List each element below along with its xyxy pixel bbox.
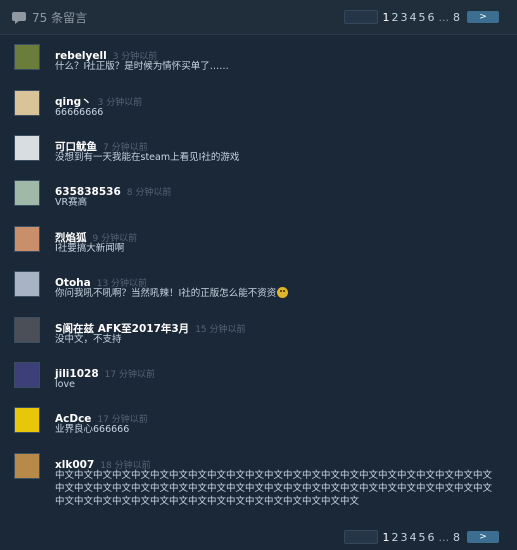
page-link-last[interactable]: 8 [453, 531, 460, 544]
comments-title: 75 条留言 [32, 11, 88, 25]
avatar[interactable] [14, 317, 40, 343]
page-link-3[interactable]: 3 [401, 531, 408, 544]
avatar[interactable] [14, 90, 40, 116]
prev-page-button[interactable] [343, 530, 378, 544]
pagination-top: 1 2 3 4 5 6 ... 8 > [343, 10, 499, 24]
emoticon-icon [277, 287, 289, 298]
page-link-3[interactable]: 3 [401, 11, 408, 24]
prev-page-button[interactable] [343, 10, 378, 24]
page-ellipsis: ... [438, 530, 450, 544]
comment-text: 中文中文中文中文中文中文中文中文中文中文中文中文中文中文中文中文中文中文中文中文… [55, 470, 493, 507]
avatar[interactable] [14, 180, 40, 206]
avatar[interactable] [14, 453, 40, 479]
page-link-last[interactable]: 8 [453, 11, 460, 24]
comment-text: 没想到有一天我能在steam上看见I社的游戏 [55, 152, 240, 163]
page-link-1[interactable]: 1 [383, 11, 390, 24]
page-link-1[interactable]: 1 [383, 531, 390, 544]
comment-text: 业界良心666666 [55, 424, 130, 435]
comments-count: 75 条留言 [12, 9, 87, 26]
avatar[interactable] [14, 226, 40, 252]
chat-bubble-icon [12, 11, 26, 24]
page-link-5[interactable]: 5 [419, 11, 426, 24]
next-page-button[interactable]: > [467, 531, 499, 543]
comment-text: 66666666 [55, 107, 104, 118]
avatar[interactable] [14, 271, 40, 297]
comment-text: 没中文，不支持 [55, 334, 122, 345]
comment-text: 你问我吼不吼啊？当然吼辣！I社的正版怎么能不资资 [55, 288, 277, 299]
avatar[interactable] [14, 407, 40, 433]
page-link-4[interactable]: 4 [410, 531, 417, 544]
comment-text: 什么？I社正版？是时候为情怀买单了…… [55, 61, 229, 72]
avatar[interactable] [14, 362, 40, 388]
avatar[interactable] [14, 44, 40, 70]
page-link-6[interactable]: 6 [428, 11, 435, 24]
page-link-2[interactable]: 2 [392, 531, 399, 544]
next-page-button[interactable]: > [467, 11, 499, 23]
comments-header: 75 条留言 1 2 3 4 5 6 ... 8 > [0, 0, 517, 35]
comment-text: love [55, 379, 75, 390]
comment-text: I社要搞大新闻啊 [55, 243, 125, 254]
page-link-4[interactable]: 4 [410, 11, 417, 24]
pagination-bottom: 1 2 3 4 5 6 ... 8 > [343, 530, 499, 544]
comment-text: VR赛高 [55, 197, 88, 208]
comment-text-wrap: 你问我吼不吼啊？当然吼辣！I社的正版怎么能不资资 [55, 287, 500, 300]
page-link-5[interactable]: 5 [419, 531, 426, 544]
avatar[interactable] [14, 135, 40, 161]
page-ellipsis: ... [438, 10, 450, 24]
page-link-6[interactable]: 6 [428, 531, 435, 544]
page-link-2[interactable]: 2 [392, 11, 399, 24]
